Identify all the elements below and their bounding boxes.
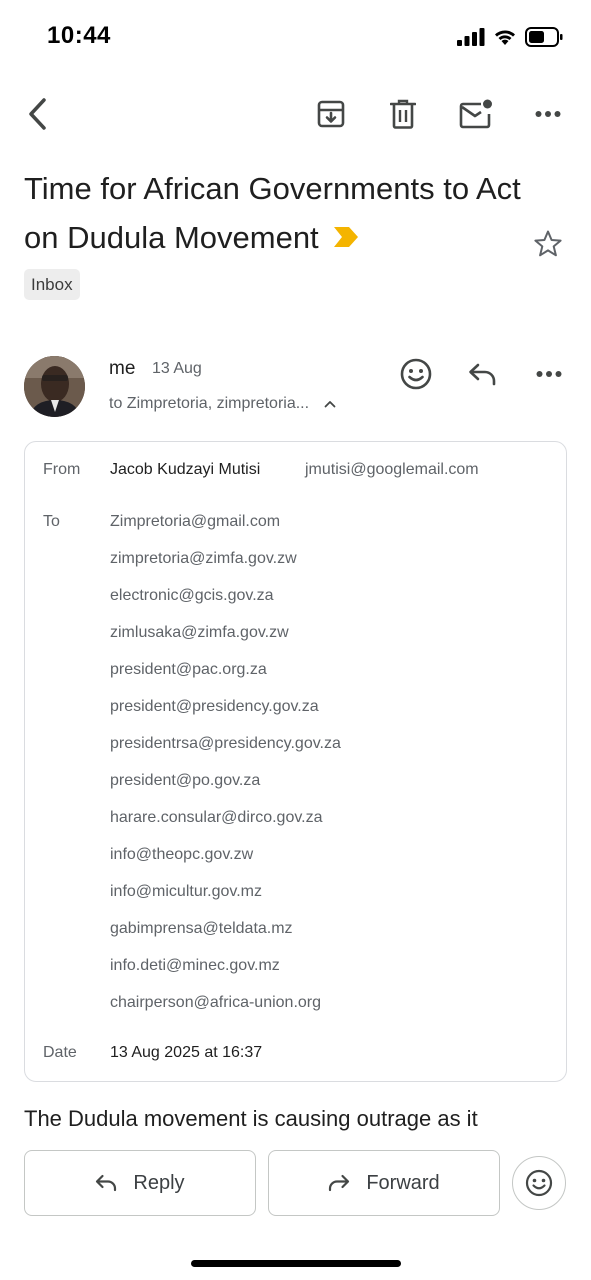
reply-icon-button[interactable] (464, 355, 502, 393)
subject-text: Time for African Governments to Act on D… (24, 171, 521, 255)
from-email[interactable]: jmutisi@googlemail.com (305, 461, 479, 479)
chevron-up-icon (324, 400, 335, 408)
smiley-icon (400, 358, 432, 390)
cellular-signal-icon (457, 28, 485, 46)
recipient-email[interactable]: president@po.gov.za (110, 771, 341, 808)
recipient-email[interactable]: president@pac.org.za (110, 660, 341, 697)
recipient-email[interactable]: electronic@gcis.gov.za (110, 586, 341, 623)
toolbar (0, 88, 591, 140)
message-body-preview: The Dudula movement is causing outrage a… (24, 1106, 478, 1131)
home-indicator[interactable] (191, 1260, 401, 1267)
reply-arrow-icon (96, 1174, 117, 1192)
sender-name: me (109, 358, 136, 379)
recipient-email[interactable]: Zimpretoria@gmail.com (110, 512, 341, 549)
recipient-email[interactable]: presidentrsa@presidency.gov.za (110, 734, 341, 771)
recipients-toggle[interactable]: to Zimpretoria, zimpretoria... (109, 395, 336, 413)
forward-button-label: Forward (366, 1171, 440, 1194)
battery-icon (525, 27, 563, 47)
email-subject: Time for African Governments to Act on D… (24, 164, 524, 262)
from-label: From (43, 461, 81, 478)
recipient-email[interactable]: info.deti@minec.gov.mz (110, 956, 341, 993)
back-arrow-icon (29, 98, 46, 130)
add-reaction-bottom-button[interactable] (512, 1156, 566, 1210)
recipient-email[interactable]: info@theopc.gov.zw (110, 845, 341, 882)
more-horizontal-icon (535, 111, 561, 117)
archive-icon (317, 100, 345, 128)
forward-button[interactable]: Forward (268, 1150, 500, 1216)
reply-button[interactable]: Reply (24, 1150, 256, 1216)
more-horizontal-icon (536, 371, 562, 377)
recipients-summary-text: to Zimpretoria, zimpretoria... (109, 395, 310, 412)
date-label: Date (43, 1044, 77, 1061)
mark-unread-button[interactable] (453, 88, 499, 140)
reply-button-label: Reply (133, 1171, 185, 1194)
recipient-email[interactable]: president@presidency.gov.za (110, 697, 341, 734)
smiley-icon (525, 1169, 553, 1197)
to-label: To (43, 513, 60, 530)
avatar-photo (24, 356, 85, 417)
message-date: 13 Aug (152, 360, 202, 377)
forward-arrow-icon (329, 1174, 350, 1192)
archive-button[interactable] (308, 88, 354, 140)
reply-arrow-icon (469, 363, 496, 386)
recipient-email[interactable]: chairperson@africa-union.org (110, 993, 341, 1030)
message-details-card: From Jacob Kudzayi Mutisi jmutisi@google… (24, 441, 567, 1082)
to-recipients-list: Zimpretoria@gmail.com zimpretoria@zimfa.… (110, 512, 341, 1030)
status-time: 10:44 (47, 22, 111, 49)
recipient-email[interactable]: zimpretoria@zimfa.gov.zw (110, 549, 341, 586)
add-reaction-button[interactable] (397, 355, 435, 393)
date-value: 13 Aug 2025 at 16:37 (110, 1044, 263, 1061)
recipient-email[interactable]: zimlusaka@zimfa.gov.zw (110, 623, 341, 660)
wifi-icon (495, 30, 515, 45)
inbox-label-chip[interactable]: Inbox (24, 269, 80, 300)
status-bar: 10:44 (0, 0, 591, 76)
importance-marker-icon[interactable] (333, 226, 359, 248)
back-button[interactable] (14, 88, 60, 140)
sender-avatar[interactable] (24, 356, 85, 417)
trash-icon (390, 99, 416, 129)
recipient-email[interactable]: gabimprensa@teldata.mz (110, 919, 341, 956)
message-more-button[interactable] (530, 355, 568, 393)
recipient-email[interactable]: harare.consular@dirco.gov.za (110, 808, 341, 845)
more-options-button[interactable] (525, 88, 571, 140)
from-name[interactable]: Jacob Kudzayi Mutisi (110, 461, 260, 479)
mail-unread-icon (459, 99, 492, 129)
star-outline-icon (534, 230, 562, 257)
recipient-email[interactable]: info@micultur.gov.mz (110, 882, 341, 919)
star-button[interactable] (530, 226, 566, 262)
delete-button[interactable] (380, 88, 426, 140)
